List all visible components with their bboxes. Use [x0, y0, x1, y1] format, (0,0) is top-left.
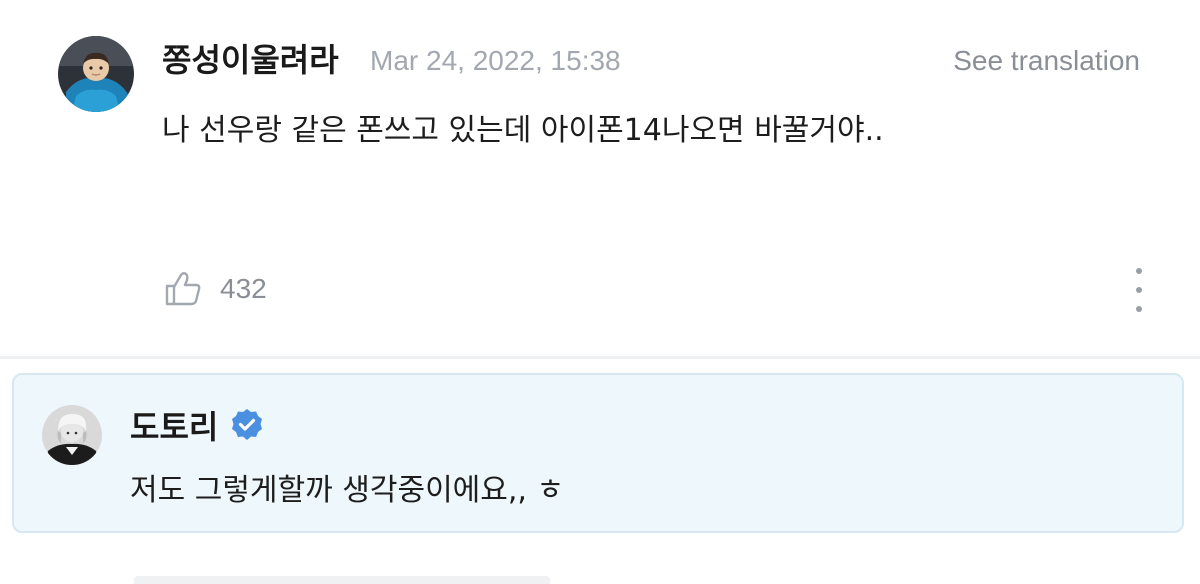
divider: [0, 356, 1200, 359]
comment-item: 쫑성이울려라 Mar 24, 2022, 15:38 See translati…: [0, 0, 1200, 356]
reply-author-row: 도토리: [130, 399, 264, 451]
avatar[interactable]: [58, 36, 134, 112]
vertical-dots-icon: [1136, 268, 1142, 274]
artist-reply: 도토리 저도 그렇게할까 생각중이에요,, ㅎ: [12, 373, 1184, 533]
vertical-dots-icon: [1136, 306, 1142, 312]
see-translation-button[interactable]: See translation: [953, 42, 1140, 80]
thumbs-up-icon: [165, 272, 201, 306]
more-options-button[interactable]: [1124, 268, 1154, 312]
comment-author[interactable]: 쫑성이울려라: [162, 38, 339, 82]
reply-text: 저도 그렇게할까 생각중이에요,, ㅎ: [130, 473, 565, 508]
comment-timestamp: Mar 24, 2022, 15:38: [370, 45, 621, 76]
like-count: 432: [220, 273, 267, 304]
artist-avatar-icon: [42, 405, 102, 465]
verified-badge-icon: [232, 409, 263, 440]
reply-author[interactable]: 도토리: [130, 402, 218, 448]
child-avatar-icon: [58, 36, 134, 112]
next-item-edge: [134, 576, 550, 584]
like-button[interactable]: 432: [164, 268, 267, 310]
comments-screen: 쫑성이울려라 Mar 24, 2022, 15:38 See translati…: [0, 0, 1200, 584]
comment-text: 나 선우랑 같은 폰쓰고 있는데 아이폰14나오면 바꿀거야..: [162, 113, 884, 148]
vertical-dots-icon: [1136, 287, 1142, 293]
reply-avatar[interactable]: [42, 405, 102, 465]
